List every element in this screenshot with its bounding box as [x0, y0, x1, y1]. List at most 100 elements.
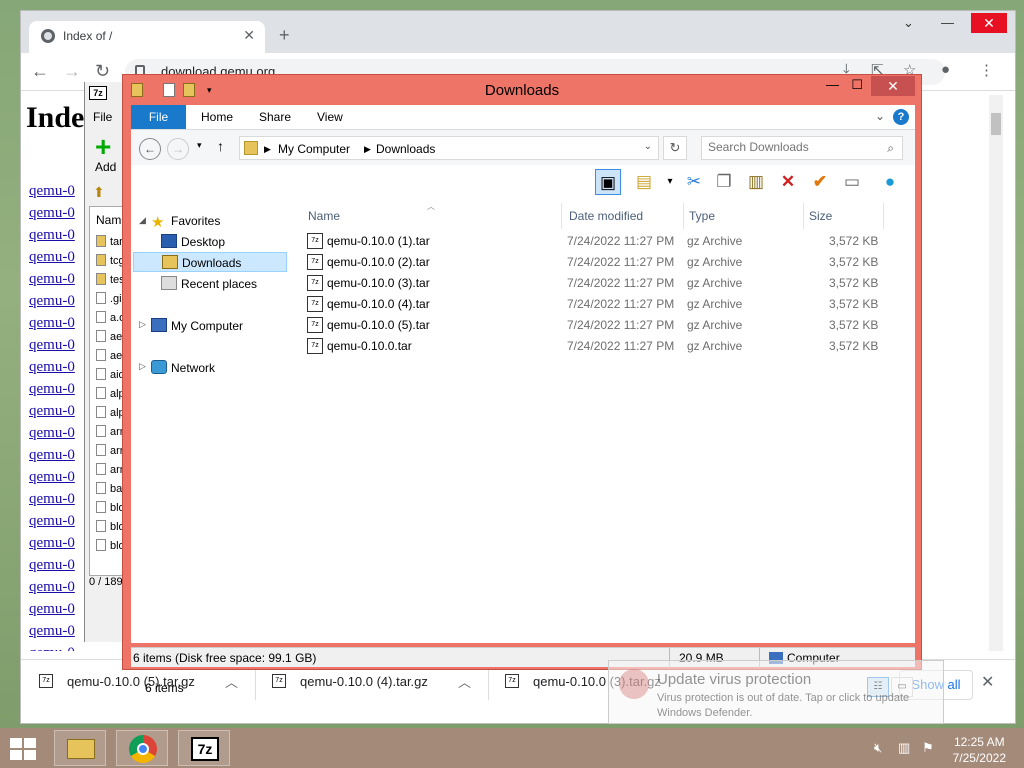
list-item[interactable]: tcg [96, 254, 125, 267]
expand-ribbon-icon[interactable]: ⌄ [875, 109, 885, 123]
directory-link[interactable]: qemu-0 [29, 579, 75, 596]
nav-downloads[interactable]: Downloads [133, 252, 287, 272]
list-item[interactable]: ae [96, 349, 122, 362]
taskbar-chrome[interactable] [116, 730, 168, 766]
network-icon[interactable]: ▥ [898, 740, 910, 756]
page-scrollbar[interactable] [989, 95, 1003, 651]
directory-link[interactable]: qemu-0 [29, 249, 75, 266]
directory-link[interactable]: qemu-0 [29, 183, 75, 200]
list-item[interactable]: tes [96, 273, 125, 286]
chevron-right-icon[interactable]: ▶ [264, 144, 271, 155]
recent-locations-icon[interactable]: ▾ [197, 140, 202, 151]
directory-link[interactable]: qemu-0 [29, 359, 75, 376]
ribbon-file-tab[interactable]: File [131, 105, 186, 129]
reload-icon[interactable]: ↻ [95, 61, 110, 82]
expand-arrow-icon[interactable]: ◢ [139, 215, 146, 226]
chevron-up-icon[interactable]: ︿ [458, 672, 471, 691]
list-item[interactable]: alp [96, 387, 125, 400]
list-item[interactable]: blo [96, 520, 125, 533]
column-header-size[interactable]: Size [809, 209, 832, 223]
add-button-label[interactable]: Add [95, 160, 116, 174]
chevron-down-icon[interactable]: ▾ [657, 169, 683, 195]
chevron-down-icon[interactable]: ⌄ [644, 141, 652, 152]
list-item[interactable]: ba [96, 482, 122, 495]
directory-link[interactable]: qemu-0 [29, 205, 75, 222]
list-item[interactable]: arr [96, 463, 123, 476]
directory-link[interactable]: qemu-0 [29, 271, 75, 288]
list-item[interactable]: arr [96, 444, 123, 457]
close-downloads-icon[interactable]: ✕ [981, 672, 994, 692]
column-divider[interactable] [683, 203, 684, 229]
list-item[interactable]: blo [96, 539, 125, 552]
search-input[interactable] [708, 140, 868, 154]
chevron-down-icon[interactable]: ⌄ [903, 15, 914, 31]
maximize-icon[interactable]: ☐ [851, 77, 863, 93]
new-tab-icon[interactable]: + [279, 25, 290, 46]
clock[interactable]: 12:25 AM 7/25/2022 [953, 734, 1006, 766]
directory-link[interactable]: qemu-0 [29, 227, 75, 244]
address-box[interactable]: ▶ My Computer ▶ Downloads ⌄ [239, 136, 659, 160]
column-divider[interactable] [803, 203, 804, 229]
file-row[interactable]: 7z qemu-0.10.0 (1).tar 7/24/2022 11:27 PM g… [307, 231, 887, 252]
directory-link[interactable]: qemu-0 [29, 293, 75, 310]
directory-link[interactable]: qemu-0 [29, 491, 75, 508]
close-tab-icon[interactable]: ✕ [243, 27, 255, 44]
minimize-icon[interactable]: — [826, 77, 839, 92]
column-divider[interactable] [561, 203, 562, 229]
close-window-button[interactable]: ✕ [971, 13, 1007, 33]
tab-share[interactable]: Share [259, 110, 291, 124]
directory-link[interactable]: qemu-0 [29, 469, 75, 486]
file-row[interactable]: 7z qemu-0.10.0 (2).tar 7/24/2022 11:27 PM g… [307, 252, 887, 273]
globe-icon[interactable]: ● [877, 169, 903, 195]
list-item[interactable]: tar [96, 235, 123, 248]
directory-link[interactable]: qemu-0 [29, 403, 75, 420]
list-item[interactable]: aio [96, 368, 125, 381]
directory-link[interactable]: qemu-0 [29, 381, 75, 398]
file-row[interactable]: 7z qemu-0.10.0 (3).tar 7/24/2022 11:27 PM g… [307, 273, 887, 294]
list-item[interactable]: ae [96, 330, 122, 343]
file-row[interactable]: 7z qemu-0.10.0 (5).tar 7/24/2022 11:27 PM g… [307, 315, 887, 336]
chrome-tab[interactable]: Index of / ✕ [29, 21, 265, 53]
rename-icon[interactable]: ▭ [839, 169, 865, 195]
checkmark-icon[interactable]: ✔ [807, 169, 833, 195]
list-item[interactable]: alp [96, 406, 125, 419]
chevron-up-icon[interactable]: ︿ [225, 672, 238, 691]
minimize-icon[interactable]: — [941, 15, 954, 30]
folder-options-icon[interactable]: ▤ [631, 169, 657, 195]
explorer-titlebar[interactable]: ▾ Downloads — ☐ ✕ [123, 75, 921, 105]
help-icon[interactable]: ? [893, 109, 909, 125]
menu-dots-icon[interactable]: ⋮ [979, 61, 994, 79]
directory-link[interactable]: qemu-0 [29, 623, 75, 640]
cut-icon[interactable]: ✂ [681, 169, 707, 195]
volume-muted-icon[interactable]: 🔇︎ [874, 740, 882, 756]
up-arrow-icon[interactable]: ↑ [217, 138, 224, 154]
menu-file[interactable]: File [93, 110, 112, 124]
start-button[interactable] [10, 738, 38, 760]
directory-link[interactable]: qemu-0 [29, 557, 75, 574]
tab-home[interactable]: Home [201, 110, 233, 124]
folder-up-icon[interactable]: ⬆ [93, 184, 105, 201]
list-item[interactable]: a.o [96, 311, 125, 324]
taskbar-file-explorer[interactable] [54, 730, 106, 766]
paste-icon[interactable]: ▥ [743, 169, 769, 195]
list-item[interactable]: blo [96, 501, 125, 514]
column-header-name[interactable]: Name [308, 209, 340, 223]
search-box[interactable]: ⌕ [701, 136, 903, 160]
back-arrow-icon[interactable]: ← [139, 138, 161, 160]
close-window-button[interactable]: ✕ [871, 76, 915, 96]
column-header-date[interactable]: Date modified [569, 209, 643, 223]
refresh-icon[interactable]: ↻ [663, 136, 687, 160]
add-plus-icon[interactable]: + [95, 133, 119, 161]
directory-link[interactable]: qemu-0 [29, 513, 75, 530]
directory-link[interactable]: qemu-0 [29, 447, 75, 464]
list-item[interactable]: .gi [96, 292, 122, 305]
back-arrow-icon[interactable]: ← [31, 61, 49, 82]
expand-arrow-icon[interactable]: ▷ [139, 319, 146, 330]
list-item[interactable]: arr [96, 425, 123, 438]
column-divider[interactable] [883, 203, 884, 229]
breadcrumb-my-computer[interactable]: My Computer [278, 142, 350, 156]
forward-arrow-icon[interactable]: → [63, 61, 81, 82]
tab-view[interactable]: View [317, 110, 343, 124]
forward-arrow-icon[interactable]: → [167, 138, 189, 160]
preview-pane-icon[interactable]: ▣ [595, 169, 621, 195]
